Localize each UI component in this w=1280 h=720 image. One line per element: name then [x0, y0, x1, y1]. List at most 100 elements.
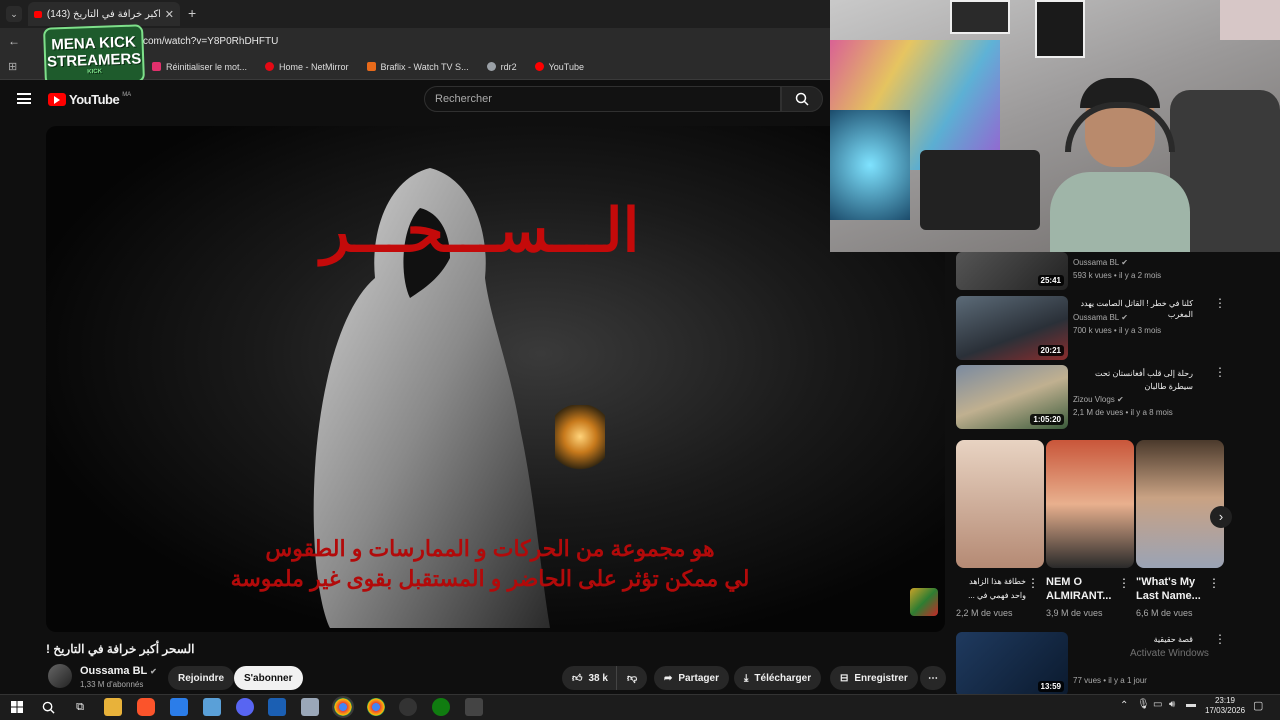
system-clock[interactable]: 23:19 17/03/2026 — [1205, 696, 1245, 716]
app-icon[interactable] — [203, 698, 221, 716]
bookmark-item[interactable]: Home - NetMirror — [265, 62, 349, 72]
close-tab-icon[interactable]: ✕ — [165, 8, 174, 21]
bookmark-item[interactable]: Braflix - Watch TV S... — [366, 62, 469, 72]
short-title[interactable]: NEM O ALMIRANT... — [1046, 575, 1116, 603]
more-options-icon[interactable]: ⋮ — [1118, 576, 1130, 590]
shorts-next-arrow-icon[interactable]: › — [1210, 506, 1232, 528]
apps-grid-icon[interactable]: ⊞ — [8, 60, 17, 73]
sidebar-video-item[interactable]: 13:59 قصة حقيقية 77 vues • il y a 1 jour… — [956, 632, 1246, 696]
browser-tab-bar: ⌄ (143) السحر أكبر خرافة في التاريخ ✕ + — [0, 0, 830, 28]
chrome-icon[interactable] — [332, 696, 354, 718]
download-button[interactable]: ⤓ Télécharger — [734, 666, 822, 690]
lantern-image — [555, 405, 605, 475]
bookmark-item[interactable]: Réinitialiser le mot... — [152, 62, 247, 72]
chrome-icon[interactable] — [367, 698, 385, 716]
subscribe-button[interactable]: S'abonner — [234, 666, 303, 690]
more-options-icon[interactable]: ⋮ — [1214, 365, 1226, 379]
youtube-play-icon — [48, 93, 66, 106]
battery-icon[interactable]: ▬ — [1186, 699, 1196, 710]
like-button[interactable]: 👍︎ 38 k — [562, 666, 618, 690]
sidebar-video-item[interactable]: 25:41 Oussama BL ✔ 593 k vues • il y a 2… — [956, 252, 1246, 290]
app-icon[interactable] — [301, 698, 319, 716]
short-thumbnail[interactable] — [1136, 440, 1224, 568]
windows-taskbar — [0, 694, 1280, 720]
brave-browser-icon[interactable] — [137, 698, 155, 716]
microphone-icon[interactable]: 🎙︎ — [1137, 699, 1150, 710]
app-icon[interactable] — [268, 698, 286, 716]
video-thumbnail[interactable]: 20:21 — [956, 296, 1068, 360]
app-icon[interactable] — [399, 698, 417, 716]
sidebar-video-item[interactable]: 20:21 كلنا في خطر ! القاتل الصامت يهدد ا… — [956, 296, 1246, 360]
chevron-up-icon[interactable]: ⌃ — [1120, 700, 1128, 711]
hamburger-menu-icon[interactable] — [17, 93, 31, 104]
app-icon[interactable] — [465, 698, 483, 716]
new-tab-icon[interactable]: + — [188, 5, 196, 21]
notification-icon[interactable]: ▢ — [1253, 699, 1263, 712]
search-input[interactable]: Rechercher — [424, 86, 781, 112]
more-options-icon[interactable]: ⋮ — [1208, 576, 1220, 590]
poster-image — [1035, 0, 1085, 58]
more-options-icon[interactable]: ⋮ — [1027, 576, 1039, 590]
share-button[interactable]: ➦ Partager — [654, 666, 729, 690]
dislike-button[interactable]: 👎︎ — [616, 666, 648, 690]
streamer-person-image — [1050, 78, 1190, 252]
tab-list-chevron-icon[interactable]: ⌄ — [6, 6, 22, 22]
xbox-icon[interactable] — [432, 698, 450, 716]
verified-icon: ✔ — [1121, 258, 1128, 267]
netmirror-icon — [265, 62, 275, 71]
video-subtitle-line1: هو مجموعة من الحركات و الممارسات و الطقو… — [265, 536, 715, 561]
youtube-icon — [534, 62, 544, 71]
search-icon[interactable] — [39, 698, 57, 716]
youtube-logo[interactable]: YouTube MA — [48, 92, 131, 107]
more-options-icon[interactable]: ⋮ — [1214, 632, 1226, 646]
globe-icon — [486, 62, 496, 71]
poster-image — [950, 0, 1010, 34]
instagram-icon — [152, 62, 161, 71]
download-icon: ⤓ — [744, 672, 749, 684]
sidebar-video-item[interactable]: 1:05:20 رحلة إلى قلب أفغانستان تحت سيطرة… — [956, 365, 1246, 429]
verified-icon: ✔ — [150, 667, 157, 676]
channel-name[interactable]: Zizou Vlogs ✔ — [1073, 395, 1124, 404]
video-title: السحر أكبر خرافة في التاريخ ! — [46, 642, 195, 656]
join-button[interactable]: Rejoindre — [168, 666, 235, 690]
channel-name[interactable]: Oussama BL ✔ — [1073, 258, 1128, 267]
channel-watermark-icon[interactable] — [910, 588, 938, 616]
short-thumbnail[interactable] — [1046, 440, 1134, 568]
search-button[interactable] — [781, 86, 823, 112]
short-views: 2,2 M de vues — [956, 608, 1013, 618]
more-options-icon[interactable]: ⋮ — [1214, 296, 1226, 310]
short-views: 3,9 M de vues — [1046, 608, 1103, 618]
bookmark-item[interactable]: YouTube — [534, 62, 584, 72]
windows-start-icon[interactable] — [8, 698, 26, 716]
video-thumbnail[interactable]: 1:05:20 — [956, 365, 1068, 429]
file-explorer-icon[interactable] — [104, 698, 122, 716]
video-title[interactable]: رحلة إلى قلب أفغانستان تحت سيطرة طالبان — [1073, 367, 1193, 393]
bookmark-item[interactable]: rdr2 — [486, 62, 517, 72]
discord-icon[interactable] — [236, 698, 254, 716]
task-view-icon[interactable]: ⧉ — [71, 698, 89, 716]
more-actions-button[interactable]: ⋯ — [920, 666, 946, 690]
video-thumbnail[interactable]: 13:59 — [956, 632, 1068, 696]
channel-name[interactable]: Oussama BL ✔ — [1073, 313, 1128, 322]
short-title[interactable]: خطافة هذا الزاهد واحد فهمي في ... — [956, 575, 1026, 603]
video-thumbnail[interactable]: 25:41 — [956, 252, 1068, 290]
short-thumbnail[interactable] — [956, 440, 1044, 568]
browser-tab[interactable]: (143) السحر أكبر خرافة في التاريخ ✕ — [28, 2, 180, 26]
save-button[interactable]: ⊟ Enregistrer — [830, 666, 918, 690]
braflix-icon — [366, 62, 376, 71]
channel-avatar[interactable] — [48, 664, 72, 688]
back-arrow-icon[interactable]: ← — [8, 34, 20, 48]
video-title[interactable]: قصة حقيقية — [1073, 634, 1193, 645]
short-views: 6,6 M de vues — [1136, 608, 1193, 618]
url-text[interactable]: com/watch?v=Y8P0RhDHFTU — [143, 36, 278, 47]
short-title[interactable]: "What's My Last Name... — [1136, 575, 1206, 603]
verified-icon: ✔ — [1121, 313, 1128, 322]
volume-icon[interactable]: 🔊︎ — [1169, 699, 1175, 710]
verified-icon: ✔ — [1117, 395, 1124, 404]
video-meta: 2,1 M de vues • il y a 8 mois — [1073, 408, 1173, 417]
neon-lamp-image — [830, 110, 910, 220]
channel-name[interactable]: Oussama BL ✔ — [80, 665, 157, 677]
microsoft-store-icon[interactable] — [170, 698, 188, 716]
youtube-favicon-icon — [34, 10, 42, 18]
network-icon[interactable]: ▭ — [1153, 699, 1162, 710]
